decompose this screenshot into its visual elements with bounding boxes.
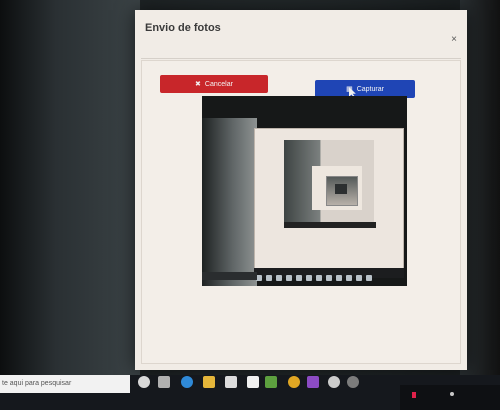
android-studio-icon[interactable]: [265, 376, 277, 388]
monitor-bezel-left: [0, 0, 140, 380]
chrome-icon[interactable]: [288, 376, 300, 388]
taskbar-search-input[interactable]: te aqui para pesquisar: [0, 375, 130, 393]
cancel-button[interactable]: ✖ Cancelar: [160, 75, 268, 93]
settings-icon[interactable]: [328, 376, 340, 388]
cancel-label: Cancelar: [204, 80, 233, 88]
edge-icon[interactable]: [181, 376, 193, 388]
store-icon[interactable]: [225, 376, 237, 388]
app-icon[interactable]: [347, 376, 359, 388]
dialog-divider: [141, 58, 461, 59]
camera-preview: [202, 96, 407, 286]
tray-icon[interactable]: [450, 392, 454, 396]
task-view-icon[interactable]: [158, 376, 170, 388]
capture-label: Capturar: [356, 85, 384, 93]
start-icon[interactable]: [138, 376, 150, 388]
mail-icon[interactable]: [247, 376, 259, 388]
visual-studio-icon[interactable]: [307, 376, 319, 388]
dialog-title: Envio de fotos: [145, 22, 221, 34]
tray-indicator: [412, 392, 416, 398]
close-icon[interactable]: ×: [451, 34, 457, 45]
close-icon: ✖: [195, 81, 201, 88]
file-explorer-icon[interactable]: [203, 376, 215, 388]
photo-dialog: Envio de fotos × ✖ Cancelar ▦ Capturar: [135, 10, 467, 370]
